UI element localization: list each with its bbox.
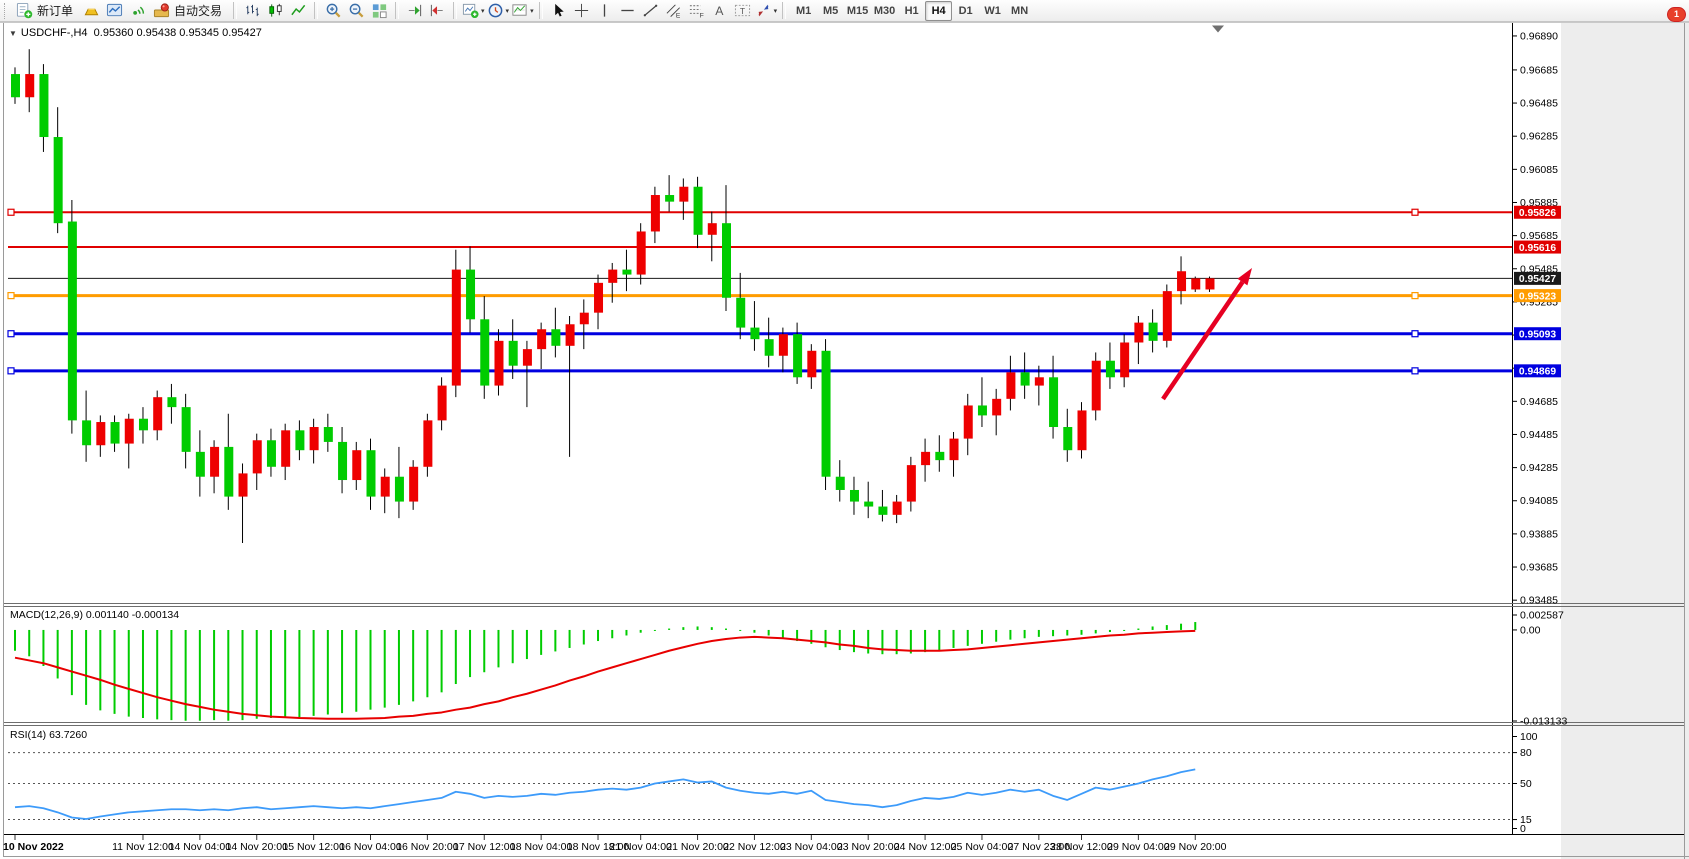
svg-text:0.94285: 0.94285 xyxy=(1520,462,1558,474)
svg-text:0.95616: 0.95616 xyxy=(1519,243,1556,254)
svg-text:16 Nov 04:00: 16 Nov 04:00 xyxy=(339,841,402,853)
svg-text:23 Nov 20:00: 23 Nov 20:00 xyxy=(837,841,900,853)
svg-text:24 Nov 12:00: 24 Nov 12:00 xyxy=(894,841,957,853)
svg-text:25 Nov 04:00: 25 Nov 04:00 xyxy=(951,841,1014,853)
svg-text:0.95427: 0.95427 xyxy=(1519,274,1556,285)
chart-canvas[interactable]: 0.96890 0.96685 0.96485 0.96285 0.96085 0.958… xyxy=(0,0,1689,859)
svg-text:29 Nov 20:00: 29 Nov 20:00 xyxy=(1164,841,1227,853)
svg-text:11 Nov 12:00: 11 Nov 12:00 xyxy=(112,841,174,853)
svg-text:0: 0 xyxy=(1520,823,1526,835)
svg-text:16 Nov 20:00: 16 Nov 20:00 xyxy=(396,841,459,853)
svg-text:0.94085: 0.94085 xyxy=(1520,495,1558,507)
svg-text:0.94869: 0.94869 xyxy=(1519,367,1556,378)
svg-text:0.95093: 0.95093 xyxy=(1519,330,1556,341)
svg-text:-0.013133: -0.013133 xyxy=(1520,716,1567,728)
svg-text:0.95323: 0.95323 xyxy=(1519,291,1556,302)
one-click-trading-icon[interactable]: ▼ xyxy=(9,29,17,38)
svg-text:0.95685: 0.95685 xyxy=(1520,230,1558,242)
svg-text:100: 100 xyxy=(1520,731,1538,743)
svg-text:14 Nov 04:00: 14 Nov 04:00 xyxy=(169,841,232,853)
svg-text:0.96685: 0.96685 xyxy=(1520,64,1558,76)
svg-text:50: 50 xyxy=(1520,778,1532,790)
svg-text:0.94485: 0.94485 xyxy=(1520,429,1558,441)
svg-text:0.96890: 0.96890 xyxy=(1520,30,1558,42)
svg-text:29 Nov 04:00: 29 Nov 04:00 xyxy=(1107,841,1170,853)
svg-text:21 Nov 04:00: 21 Nov 04:00 xyxy=(609,841,672,853)
svg-text:0.93685: 0.93685 xyxy=(1520,562,1558,574)
svg-text:28 Nov 12:00: 28 Nov 12:00 xyxy=(1050,841,1113,853)
rsi-label: RSI(14) 63.7260 xyxy=(10,729,87,741)
svg-text:17 Nov 12:00: 17 Nov 12:00 xyxy=(453,841,516,853)
svg-text:0.96485: 0.96485 xyxy=(1520,98,1558,110)
macd-label: MACD(12,26,9) 0.001140 -0.000134 xyxy=(10,609,179,621)
svg-text:0.94685: 0.94685 xyxy=(1520,396,1558,408)
svg-text:80: 80 xyxy=(1520,747,1532,759)
svg-text:18 Nov 04:00: 18 Nov 04:00 xyxy=(510,841,573,853)
chart-title: ▼ USDCHF-,H4 0.95360 0.95438 0.95345 0.95… xyxy=(9,27,262,39)
svg-text:0.93485: 0.93485 xyxy=(1520,595,1558,607)
svg-text:0.96285: 0.96285 xyxy=(1520,131,1558,143)
svg-text:0.00: 0.00 xyxy=(1520,624,1541,636)
svg-text:15 Nov 12:00: 15 Nov 12:00 xyxy=(282,841,345,853)
svg-text:10 Nov 2022: 10 Nov 2022 xyxy=(3,841,64,853)
svg-text:0.002587: 0.002587 xyxy=(1520,610,1564,622)
svg-text:21 Nov 20:00: 21 Nov 20:00 xyxy=(666,841,729,853)
svg-text:0.93885: 0.93885 xyxy=(1520,528,1558,540)
svg-text:14 Nov 20:00: 14 Nov 20:00 xyxy=(226,841,289,853)
svg-text:23 Nov 04:00: 23 Nov 04:00 xyxy=(780,841,843,853)
mt4-window: 新订单自动交易▾▾▾EFAT▾M1M5M15M30H1H4D1W1MN1 0.9… xyxy=(0,0,1689,859)
svg-text:0.96085: 0.96085 xyxy=(1520,164,1558,176)
chart-title-text: USDCHF-,H4 0.95360 0.95438 0.95345 0.954… xyxy=(21,27,262,39)
svg-text:0.95826: 0.95826 xyxy=(1519,208,1556,219)
svg-text:22 Nov 12:00: 22 Nov 12:00 xyxy=(723,841,786,853)
